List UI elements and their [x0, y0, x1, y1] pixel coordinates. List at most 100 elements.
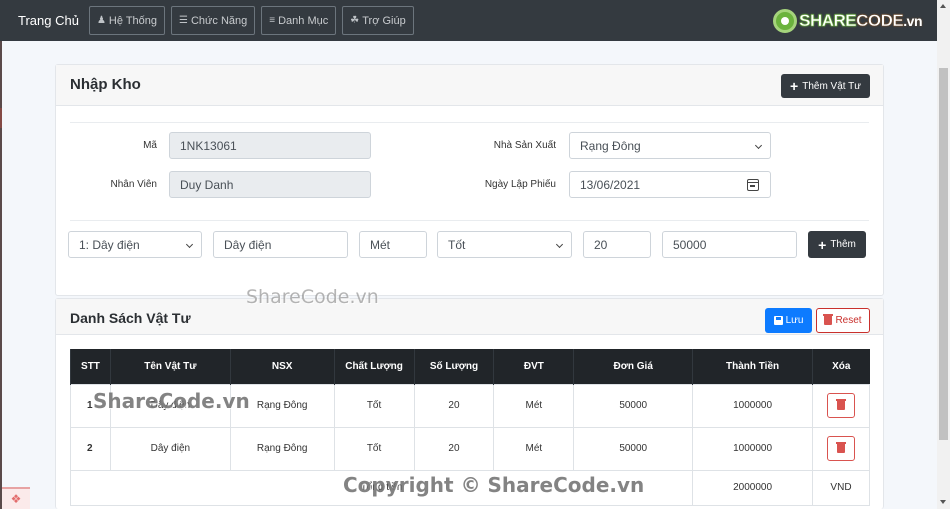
grand-total-cell: 2000000 [692, 469, 813, 506]
cell-stt: 1 [70, 383, 111, 428]
nav-functions-label: Chức Năng [190, 14, 248, 27]
plus-icon: + [790, 78, 799, 94]
import-card-title: Nhập Kho [70, 76, 141, 93]
reset-label: Reset [835, 315, 862, 326]
trash-icon [835, 399, 846, 410]
currency-cell: VND [811, 469, 871, 506]
page-scrollbar[interactable] [937, 0, 950, 509]
scroll-up-arrow-icon[interactable] [940, 4, 946, 8]
table-row: 1 Dây điện Rạng Đông Tốt 20 Mét 50000 10… [70, 383, 871, 428]
quality-select[interactable]: Tốt [437, 231, 572, 258]
cell-qty: 20 [413, 426, 495, 471]
scroll-thumb[interactable] [939, 68, 948, 440]
scroll-down-arrow-icon[interactable] [940, 500, 946, 504]
logo-emblem-icon [773, 9, 798, 33]
date-field[interactable]: 13/06/2021 [569, 171, 771, 198]
material-select[interactable]: 1: Dây điện [68, 231, 202, 258]
col-unit: ĐVT [493, 349, 574, 384]
col-price: Đơn Giá [573, 349, 693, 384]
bars-icon: ≡ [269, 15, 276, 26]
nav-home-link[interactable]: Trang Chủ [18, 13, 79, 28]
users-cog-icon: ♟ [96, 15, 106, 26]
col-delete: Xóa [811, 349, 870, 384]
nav-system-button[interactable]: ♟ Hệ Thống [88, 6, 166, 35]
import-form-card: Nhập Kho + Thêm Vật Tư Mã 1NK13061 Nhân … [55, 64, 884, 296]
import-card-header: Nhập Kho + Thêm Vật Tư [56, 65, 883, 106]
cell-price: 50000 [573, 426, 694, 471]
cell-delete [811, 383, 871, 428]
cell-nsx: Rạng Đông [229, 426, 335, 471]
nav-system-label: Hệ Thống [108, 14, 158, 27]
nav-help-label: Trợ Giúp [362, 14, 406, 27]
top-navbar: Trang Chủ ♟ Hệ Thống ☰ Chức Năng ≡ Danh … [0, 0, 937, 41]
trash-icon [835, 442, 846, 453]
nav-help-button[interactable]: ☘ Trợ Giúp [342, 6, 414, 35]
cell-name: Dây điện [109, 383, 231, 428]
table-row: 2 Dây điện Rạng Đông Tốt 20 Mét 50000 10… [70, 426, 871, 471]
add-item-button[interactable]: + Thêm [808, 231, 866, 258]
cell-quality: Tốt [333, 426, 415, 471]
list-card-header: Danh Sách Vật Tư Lưu Reset [56, 299, 883, 335]
col-nsx: NSX [229, 349, 335, 384]
calendar-icon[interactable] [747, 179, 759, 191]
laravel-debug-icon[interactable]: ❖ [2, 487, 30, 509]
cell-name: Dây điện [109, 426, 231, 471]
cell-delete [811, 426, 871, 471]
manufacturer-select[interactable]: Rạng Đông [569, 132, 771, 159]
nav-catalog-label: Danh Mục [278, 14, 329, 27]
cell-total: 1000000 [692, 426, 813, 471]
handshake-icon: ☘ [350, 15, 360, 26]
add-material-button[interactable]: + Thêm Vật Tư [781, 74, 870, 98]
cell-unit: Mét [493, 383, 575, 428]
unit-field[interactable]: Mét [359, 231, 427, 258]
material-table: STT Tên Vật Tư NSX Chất Lượng Số Lượng Đ… [69, 349, 871, 506]
employee-label: Nhân Viên [110, 179, 157, 190]
save-icon [773, 316, 783, 325]
save-button[interactable]: Lưu [765, 308, 812, 333]
date-value: 13/06/2021 [580, 177, 641, 192]
cell-nsx: Rạng Đông [229, 383, 335, 428]
col-name: Tên Vật Tư [109, 349, 231, 384]
price-field[interactable]: 50000 [662, 231, 797, 258]
cell-total: 1000000 [692, 383, 813, 428]
divider [70, 220, 869, 221]
delete-row-button[interactable] [826, 436, 855, 461]
reset-button[interactable]: Reset [816, 308, 870, 333]
code-label: Mã [143, 140, 157, 151]
date-label: Ngày Lập Phiếu [484, 179, 556, 190]
total-label-cell: Tổng tiền [69, 469, 694, 506]
quantity-field[interactable]: 20 [583, 231, 651, 258]
plus-icon: + [818, 236, 827, 253]
cell-quality: Tốt [333, 383, 415, 428]
divider [70, 122, 869, 123]
cell-price: 50000 [573, 383, 694, 428]
employee-field[interactable]: Duy Danh [169, 171, 371, 198]
sharecode-logo: SHARECODE.vn [773, 9, 922, 33]
add-material-label: Thêm Vật Tư [802, 80, 861, 92]
col-qty: Số Lượng [413, 349, 494, 384]
coins-icon: ☰ [179, 15, 188, 26]
save-label: Lưu [785, 315, 804, 326]
nav-functions-button[interactable]: ☰ Chức Năng [171, 6, 256, 35]
list-card-title: Danh Sách Vật Tư [70, 310, 191, 326]
col-quality: Chất Lượng [333, 349, 415, 384]
manufacturer-label: Nhà Sản Xuất [493, 140, 556, 151]
table-total-row: Tổng tiền 2000000 VND [69, 469, 871, 506]
cell-qty: 20 [413, 383, 495, 428]
add-item-label: Thêm [830, 239, 856, 250]
col-stt: STT [70, 349, 111, 384]
cell-stt: 2 [70, 426, 111, 471]
nav-catalog-button[interactable]: ≡ Danh Mục [261, 6, 337, 35]
table-header-row: STT Tên Vật Tư NSX Chất Lượng Số Lượng Đ… [70, 349, 870, 384]
delete-row-button[interactable] [826, 393, 855, 418]
material-list-card: Danh Sách Vật Tư Lưu Reset STT Tên Vật T… [55, 298, 884, 509]
material-name-field[interactable]: Dây điện [213, 231, 348, 258]
code-field[interactable]: 1NK13061 [169, 132, 371, 159]
col-total: Thành Tiền [692, 349, 813, 384]
trash-icon [823, 314, 834, 325]
cell-unit: Mét [493, 426, 575, 471]
logo-text-code: CODE [856, 11, 904, 31]
logo-text-share: SHARE [799, 11, 857, 31]
left-marker [0, 108, 2, 128]
logo-text-vn: .vn [903, 13, 922, 29]
